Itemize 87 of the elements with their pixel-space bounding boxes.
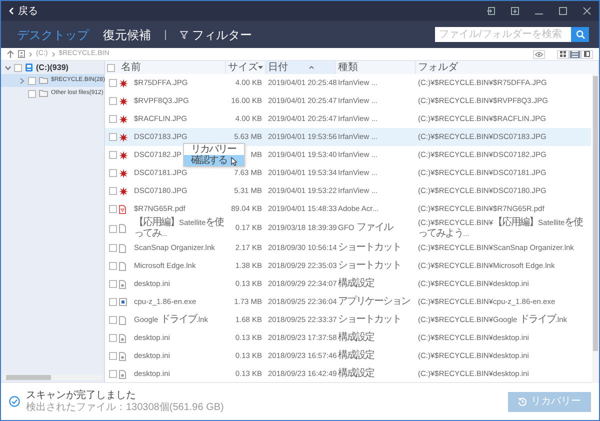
checkbox[interactable] — [28, 76, 36, 84]
dropdown-icon[interactable] — [258, 66, 263, 69]
checkbox[interactable] — [109, 298, 117, 306]
checkbox[interactable] — [109, 244, 117, 252]
file-count: 検出されたファイル：130308個(561.96 GB) — [26, 402, 224, 414]
list-icon — [572, 51, 578, 57]
checkbox[interactable] — [107, 64, 115, 72]
search-icon — [576, 30, 584, 39]
settings-document-icon — [119, 352, 126, 360]
starburst-icon — [119, 96, 128, 106]
close-icon[interactable] — [583, 7, 591, 15]
starburst-icon — [119, 168, 128, 178]
starburst-icon — [119, 78, 128, 88]
view-toggle[interactable] — [557, 50, 569, 58]
menu-item[interactable]: 確認する — [184, 155, 244, 166]
view-toggle[interactable] — [581, 50, 593, 58]
checkbox[interactable] — [109, 187, 117, 195]
scrollbar[interactable] — [592, 74, 599, 383]
filter-icon — [180, 30, 188, 38]
starburst-icon — [119, 150, 128, 160]
settings-document-icon — [119, 370, 126, 378]
drive-icon — [18, 50, 25, 58]
checkbox[interactable] — [109, 224, 117, 232]
drive-icon — [25, 63, 33, 72]
scrollbar[interactable] — [3, 375, 102, 380]
eye-icon — [535, 52, 543, 56]
checkbox[interactable] — [109, 79, 117, 87]
file-type: ショートカット — [337, 314, 402, 326]
file-type: 構成設定 — [337, 278, 376, 290]
checkbox[interactable] — [28, 90, 36, 98]
window-icon — [119, 298, 127, 306]
settings-document-icon — [119, 334, 126, 342]
file-type: 構成設定 — [337, 368, 376, 380]
checkbox[interactable] — [109, 97, 117, 105]
column-header[interactable]: 名前 — [119, 61, 226, 74]
chevron-left-icon — [9, 7, 14, 15]
menu-item[interactable]: リカバリー — [184, 144, 244, 155]
checkbox[interactable] — [109, 370, 117, 378]
preview-button[interactable] — [533, 50, 545, 58]
document-icon — [119, 204, 126, 214]
tab[interactable]: デスクトップ — [17, 26, 89, 44]
checkbox[interactable] — [109, 316, 117, 324]
chevron-right-icon — [29, 52, 32, 56]
chevron-right-icon — [52, 52, 55, 56]
checkbox[interactable] — [109, 169, 117, 177]
sort-icon[interactable] — [309, 66, 314, 69]
grid-icon — [560, 51, 566, 57]
checkbox[interactable] — [14, 64, 22, 72]
starburst-icon — [119, 132, 128, 142]
checkbox[interactable] — [109, 334, 117, 342]
file-type: 構成設定 — [337, 350, 376, 362]
search-button[interactable] — [571, 27, 589, 42]
file-type: ショートカット — [337, 242, 402, 254]
search-field[interactable]: ファイル/フォルダーを検索 — [435, 27, 571, 42]
checkbox[interactable] — [109, 205, 117, 213]
starburst-icon — [119, 114, 128, 124]
starburst-icon — [119, 186, 128, 196]
check-circle-icon — [9, 396, 20, 407]
checkbox[interactable] — [109, 352, 117, 360]
settings-document-icon — [119, 280, 126, 288]
tree-label: (C:)(939) — [36, 62, 68, 74]
checkbox[interactable] — [109, 151, 117, 159]
exit-icon[interactable] — [487, 7, 495, 15]
file-type: 構成設定 — [337, 332, 376, 344]
download-icon[interactable] — [511, 7, 519, 15]
checkbox[interactable] — [109, 262, 117, 270]
document-icon — [119, 316, 126, 324]
maximize-icon[interactable] — [559, 7, 567, 15]
panel-icon — [584, 51, 590, 57]
filter-button[interactable]: フィルター — [180, 26, 252, 44]
tree-item[interactable]: (C:)(939) — [1, 61, 104, 74]
file-type: ショートカット — [337, 260, 402, 272]
tab[interactable]: 復元候補 — [103, 26, 151, 44]
restore-icon — [518, 397, 527, 406]
column-header[interactable]: 日付 — [266, 61, 336, 74]
back-button[interactable]: 戻る — [9, 4, 38, 18]
up-arrow-icon[interactable] — [7, 50, 14, 58]
status-message: スキャンが完了しました — [26, 390, 137, 402]
checkbox[interactable] — [109, 133, 117, 141]
column-header[interactable]: 種類 — [336, 61, 416, 74]
chevron-icon[interactable] — [19, 78, 25, 84]
file-type: アプリケーション — [337, 296, 411, 308]
document-icon — [119, 224, 126, 233]
chevron-icon[interactable] — [5, 64, 11, 70]
checkbox[interactable] — [109, 115, 117, 123]
view-toggle[interactable] — [569, 50, 581, 58]
checkbox[interactable] — [109, 280, 117, 288]
